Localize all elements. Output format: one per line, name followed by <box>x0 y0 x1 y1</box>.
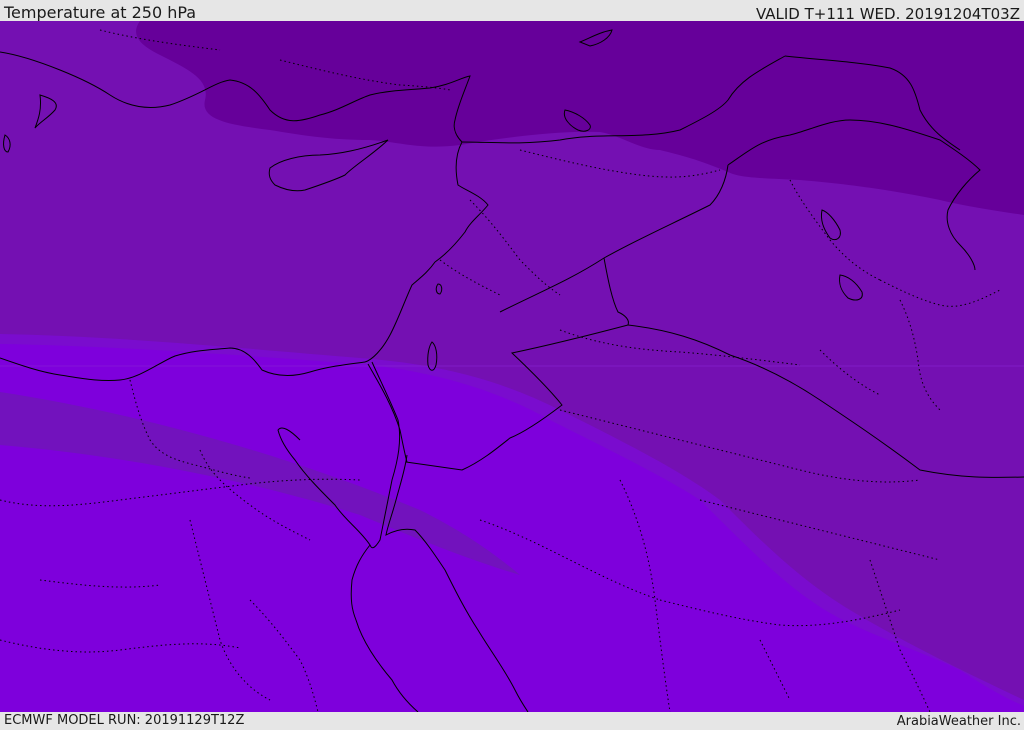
footer-bar: ECMWF MODEL RUN: 20191129T12Z ArabiaWeat… <box>0 712 1024 729</box>
map-title: Temperature at 250 hPa <box>4 3 197 22</box>
temperature-map <box>0 21 1024 712</box>
map-panel <box>0 21 1024 712</box>
title-bar: Temperature at 250 hPa VALID T+111 WED. … <box>0 0 1024 23</box>
credit-label: ArabiaWeather Inc. <box>896 714 1021 729</box>
model-run-label: ECMWF MODEL RUN: 20191129T12Z <box>4 713 245 728</box>
